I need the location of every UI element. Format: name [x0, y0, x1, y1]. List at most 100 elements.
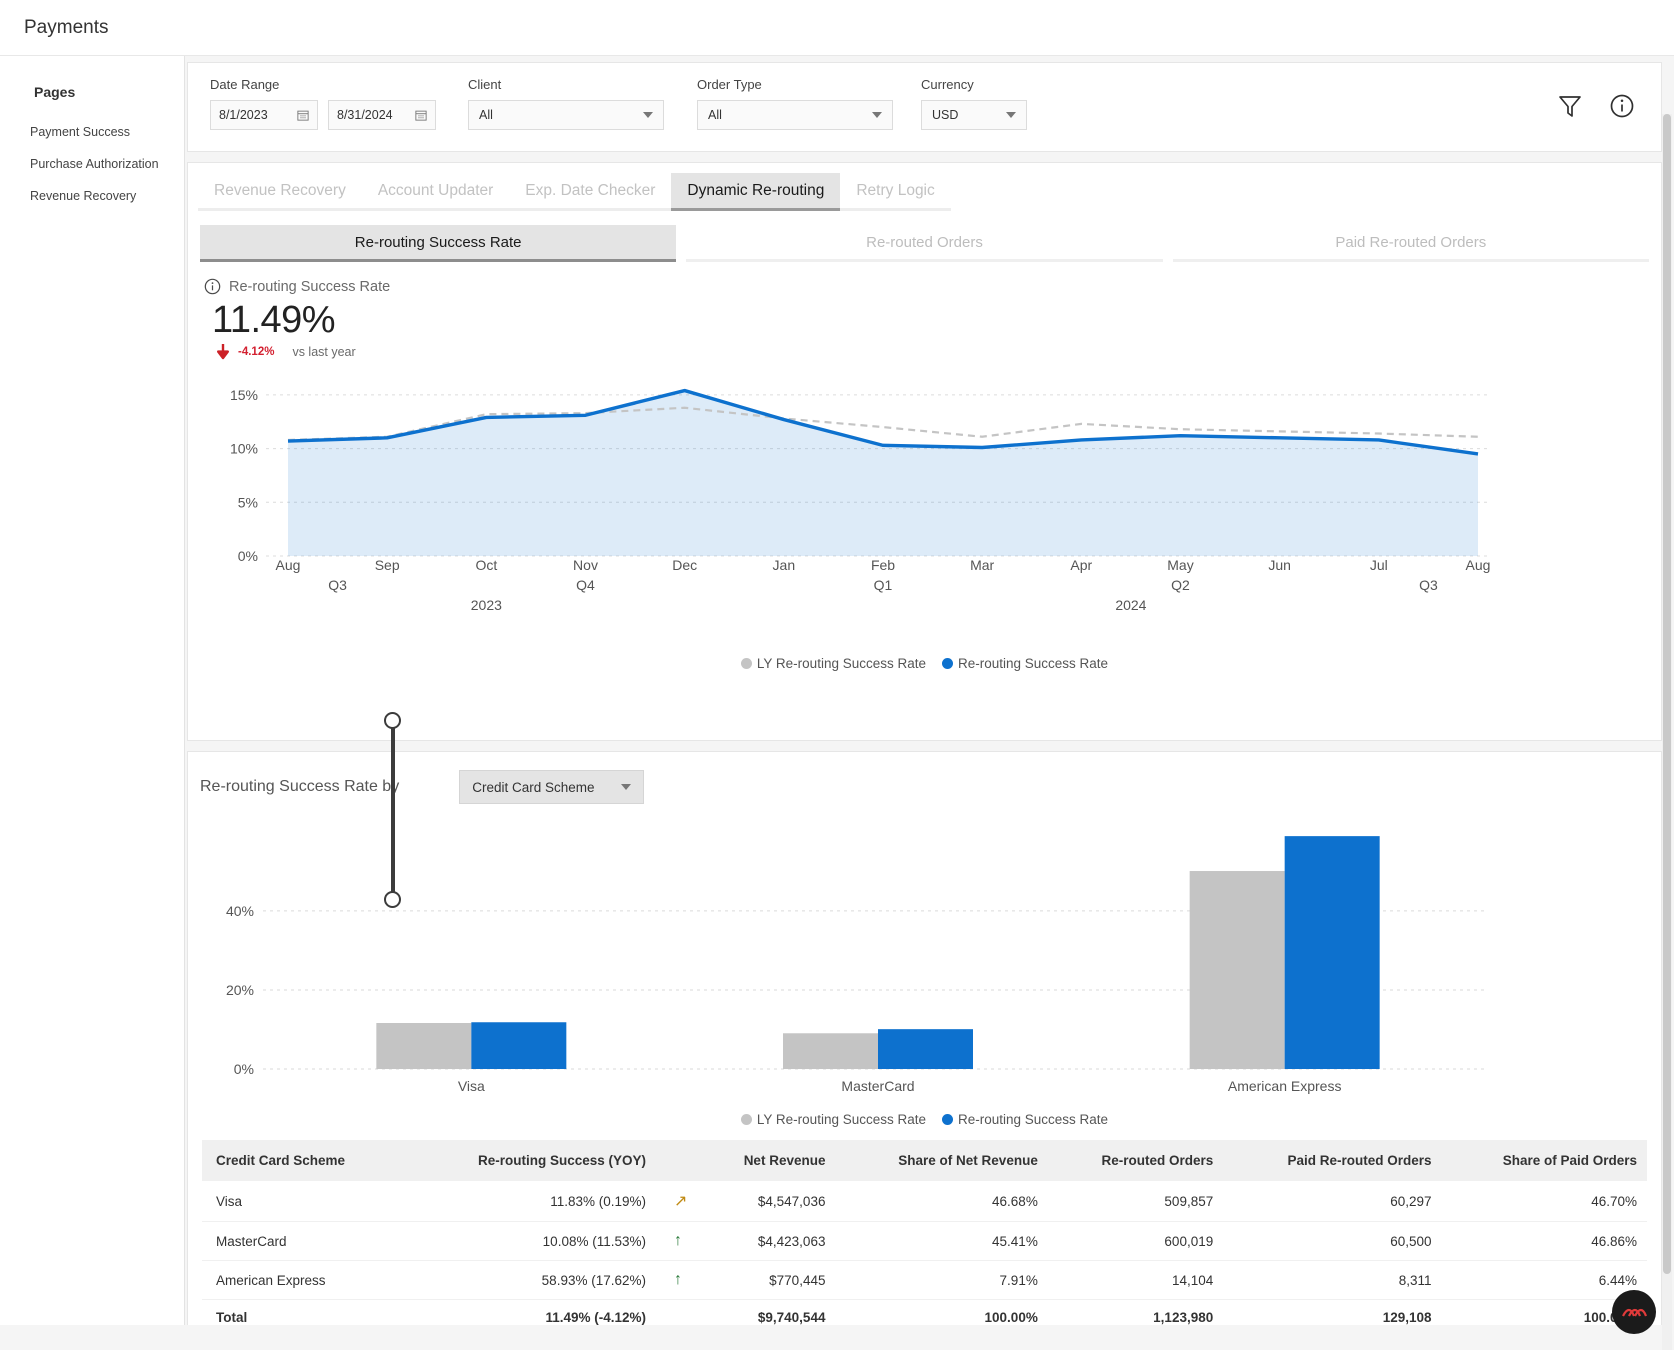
bar-current[interactable]: [878, 1029, 973, 1069]
chevron-down-icon: [1006, 112, 1016, 118]
legend-swatch-ly: [740, 1114, 752, 1125]
cell-net-revenue: $770,445: [700, 1260, 836, 1300]
tab-account-updater[interactable]: Account Updater: [361, 173, 510, 211]
cell-share-paid-orders: 6.44%: [1441, 1260, 1647, 1300]
currency-label: Currency: [921, 77, 974, 92]
cell-success-yoy: 58.93% (17.62%): [405, 1260, 656, 1300]
kpi-delta-value: -4.12%: [238, 346, 275, 358]
legend-swatch-current: [942, 1114, 953, 1125]
tab-re-routed-orders[interactable]: Re-routed Orders: [686, 225, 1163, 262]
funnel-icon[interactable]: [1557, 93, 1583, 119]
tab-exp-date-checker[interactable]: Exp. Date Checker: [509, 173, 672, 211]
bar-current[interactable]: [471, 1022, 567, 1069]
kpi-value: 11.49%: [212, 299, 336, 341]
cell-paid-re-routed-orders: 60,500: [1223, 1221, 1442, 1261]
line-chart-container: 0% 5% 10% 15% Aug Sep Oct Nov Dec Jan Feb Mar Apr Ma…: [188, 360, 1661, 908]
legend-item-ly[interactable]: LY Re-routing Success Rate: [740, 1112, 926, 1127]
x-axis-month-label: Oct: [475, 557, 497, 573]
legend-item-current[interactable]: Re-routing Success Rate: [942, 656, 1108, 671]
legend-item-ly[interactable]: LY Re-routing Success Rate: [740, 656, 926, 671]
cell-paid-re-routed-orders: 60,297: [1223, 1181, 1442, 1222]
order-type-select[interactable]: All: [697, 100, 893, 130]
arrow-up-icon: ↑: [674, 1271, 682, 1288]
cell-share-net-revenue: 100.00%: [835, 1299, 1048, 1325]
arrow-up-right-icon: ↗: [674, 1193, 688, 1210]
breakdown-dimension-select[interactable]: Credit Card Scheme: [459, 770, 645, 804]
arrow-up-icon: ↑: [674, 1232, 682, 1249]
order-type-value: All: [708, 108, 722, 122]
sidebar-heading: Pages: [34, 84, 76, 100]
legend-swatch-current: [942, 658, 953, 669]
sidebar-item-purchase-authorization[interactable]: Purchase Authorization: [0, 148, 184, 180]
col-net-revenue[interactable]: Net Revenue: [700, 1140, 836, 1181]
cell-net-revenue: $9,740,544: [700, 1299, 836, 1325]
table-row: American Express 58.93% (17.62%) ↑ $770,445…: [202, 1260, 1647, 1300]
vertical-scrollbar[interactable]: [1662, 114, 1672, 1350]
table-total-row: Total 11.49% (-4.12%) $9,740,544 100.00% 1,1…: [202, 1299, 1647, 1325]
col-share-of-paid-orders[interactable]: Share of Paid Orders: [1441, 1140, 1647, 1181]
x-axis-month-label: Aug: [1466, 557, 1491, 573]
cell-scheme: American Express: [202, 1260, 406, 1300]
bar-ly[interactable]: [783, 1033, 878, 1069]
filter-bar: Date Range 8/1/2023 8/31/2024 Client All…: [187, 62, 1662, 152]
client-select[interactable]: All: [468, 100, 664, 130]
table-row: MasterCard 10.08% (11.53%) ↑ $4,423,063 45.4…: [202, 1221, 1647, 1261]
tab-retry-logic[interactable]: Retry Logic: [840, 173, 951, 211]
brand-badge[interactable]: [1612, 1290, 1656, 1334]
x-axis-month-label: Jun: [1268, 557, 1291, 573]
col-share-of-net-revenue[interactable]: Share of Net Revenue: [835, 1140, 1048, 1181]
cell-paid-re-routed-orders: 129,108: [1223, 1299, 1442, 1325]
arrow-down-icon: [217, 344, 229, 360]
info-icon[interactable]: [204, 278, 221, 295]
cell-scheme: Total: [202, 1299, 406, 1325]
legend-item-current[interactable]: Re-routing Success Rate: [942, 1112, 1108, 1127]
cell-net-revenue: $4,423,063: [700, 1221, 836, 1261]
x-axis-category-label: MasterCard: [841, 1078, 914, 1094]
line-chart-x-axis: Aug Sep Oct Nov Dec Jan Feb Mar Apr May Jun Jul Aug Q…: [276, 557, 1491, 613]
tab-paid-re-routed-orders[interactable]: Paid Re-routed Orders: [1172, 225, 1649, 262]
cell-re-routed-orders: 14,104: [1047, 1260, 1224, 1300]
calendar-icon: [297, 110, 309, 121]
tab-dynamic-re-routing[interactable]: Dynamic Re-routing: [671, 173, 841, 211]
tab-re-routing-success-rate[interactable]: Re-routing Success Rate: [200, 225, 677, 262]
y-axis-tick-label: 40%: [226, 903, 254, 919]
y-axis-tick-label: 15%: [230, 387, 258, 403]
breakdown-header: Re-routing Success Rate by Credit Card S…: [188, 752, 1661, 804]
tab-revenue-recovery[interactable]: Revenue Recovery: [198, 173, 362, 211]
cell-trend: ↑: [656, 1260, 700, 1300]
legend-label-ly: LY Re-routing Success Rate: [756, 656, 926, 671]
breakdown-label: Re-routing Success Rate by: [200, 778, 400, 795]
col-re-routed-orders[interactable]: Re-routed Orders: [1047, 1140, 1224, 1181]
sidebar-item-payment-success[interactable]: Payment Success: [0, 116, 184, 148]
date-start-input[interactable]: 8/1/2023: [210, 100, 318, 130]
analysis-card: Revenue Recovery Account Updater Exp. Da…: [187, 162, 1662, 908]
breakdown-dimension-value: Credit Card Scheme: [472, 779, 595, 795]
filter-actions: [1557, 93, 1635, 119]
date-end-input[interactable]: 8/31/2024: [328, 100, 436, 130]
info-icon[interactable]: [1609, 93, 1635, 119]
cell-share-net-revenue: 45.41%: [835, 1221, 1048, 1261]
table-header-row: Credit Card Scheme Re-routing Success (Y…: [202, 1140, 1647, 1181]
client-value: All: [479, 108, 493, 122]
y-axis-tick-label: 10%: [230, 441, 258, 457]
bar-ly[interactable]: [376, 1023, 472, 1069]
bar-current[interactable]: [1284, 836, 1380, 1069]
cell-success-yoy: 11.49% (-4.12%): [405, 1299, 656, 1325]
col-credit-card-scheme[interactable]: Credit Card Scheme: [202, 1140, 406, 1181]
col-paid-re-routed-orders[interactable]: Paid Re-routed Orders: [1223, 1140, 1442, 1181]
scrollbar-thumb[interactable]: [1663, 114, 1671, 1274]
col-re-routing-success-yoy[interactable]: Re-routing Success (YOY): [405, 1140, 656, 1181]
sidebar-item-revenue-recovery[interactable]: Revenue Recovery: [0, 180, 184, 212]
line-chart-legend: LY Re-routing Success Rate Re-routing Su…: [188, 656, 1661, 671]
col-trend: [656, 1140, 700, 1181]
bar-chart-container: 0% 20% 40% Visa MasterCard American Express L…: [188, 804, 1661, 1134]
x-axis-month-label: Sep: [375, 557, 400, 573]
x-axis-quarter-label: Q2: [1171, 577, 1190, 593]
cell-re-routed-orders: 1,123,980: [1047, 1299, 1224, 1325]
date-range-label: Date Range: [210, 77, 280, 92]
bar-ly[interactable]: [1189, 871, 1285, 1069]
page-body: Pages Payment Success Purchase Authoriza…: [0, 56, 1674, 1350]
cell-success-yoy: 11.83% (0.19%): [405, 1181, 656, 1222]
currency-select[interactable]: USD: [921, 100, 1027, 130]
slider-knob-top[interactable]: [384, 712, 401, 729]
